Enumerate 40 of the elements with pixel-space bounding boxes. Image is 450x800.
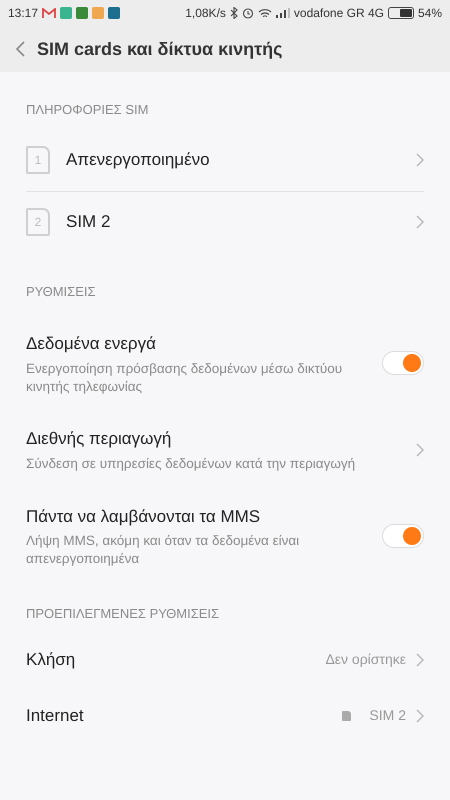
bluetooth-icon [230,7,238,19]
setting-title[interactable]: Διεθνής περιαγωγή [26,426,400,452]
sim-card-icon: 2 [26,208,50,236]
carrier-name: vodafone GR 4G [294,5,384,22]
app-icon [76,7,88,19]
default-value: SIM 2 [369,706,406,725]
setting-description: Λήψη MMS, ακόμη και όταν τα δεδομένα είναι απενεργοποιημένα [26,532,300,568]
app-icon [92,7,104,19]
sim-label[interactable]: SIM 2 [66,208,400,234]
app-icon [108,7,120,19]
default-label[interactable]: Internet [26,702,332,728]
page-title: SIM cards και δίκτυα κινητής [37,38,283,61]
sim-label[interactable]: Απενεργοποιημένο [66,147,400,173]
battery-icon [388,7,414,19]
section-header: ΠΡΟΕΠΙΛΕΓΜΕΝΕΣ ΡΥΘΜΙΣΕΙΣ [25,605,220,623]
wifi-icon [258,8,272,18]
setting-title[interactable]: Δεδομένα ενεργά [26,331,366,356]
mail-icon [42,8,56,18]
back-icon[interactable] [16,41,25,57]
signal-icon [276,8,290,18]
app-icon [60,7,72,19]
chevron-icon [416,442,424,456]
battery-percent: 54% [418,5,442,22]
chevron-icon [416,652,424,666]
section-header: ΠΛΗΡΟΦΟΡΙΕΣ SIM [25,101,150,119]
default-value: Δεν ορίστηκε [325,650,406,669]
status-time: 13:17 [8,5,38,22]
toggle-switch[interactable] [382,524,424,548]
setting-title[interactable]: Πάντα να λαμβάνονται τα MMS [26,504,366,529]
sim-card-icon: 1 [26,146,50,174]
setting-description: Σύνδεση σε υπηρεσίες δεδομένων κατά την περιαγωγή [26,454,356,473]
section-header: ΡΥΘΜΙΣΕΙΣ [25,282,97,300]
chevron-icon [416,708,424,722]
network-speed: 1,08K/s [185,5,226,22]
toggle-switch[interactable] [382,351,424,376]
chevron-icon [416,153,424,167]
alarm-icon [242,7,254,19]
chevron-icon [416,214,424,228]
setting-description: Ενεργοποίηση πρόσβασης δεδομένων μέσω δικτύου κινητής τηλεφωνίας [26,360,344,396]
default-label[interactable]: Κλήση [26,646,316,672]
